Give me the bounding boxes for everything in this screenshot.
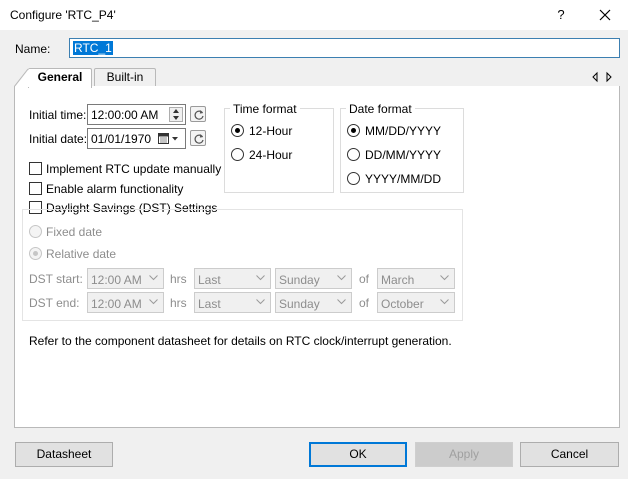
label-dd-mm-yyyy: DD/MM/YYYY [365,148,442,162]
dst-start-hrs-label: hrs [170,272,187,286]
initial-time-spinner[interactable]: 12:00:00 AM [87,104,186,125]
tab-scroll-left-icon [592,71,598,83]
apply-button[interactable]: Apply [415,442,513,467]
radio-mm-dd-yyyy[interactable] [347,124,360,137]
alarm-checkbox[interactable] [29,182,42,195]
dst-end-time-value: 12:00 AM [91,297,142,311]
dst-end-month-combo[interactable]: October [377,292,455,313]
dst-end-week-combo[interactable]: Last [194,292,271,313]
initial-date-picker[interactable]: 01/01/1970 [87,128,186,149]
dst-end-time-combo[interactable]: 12:00 AM [87,292,164,313]
tab-scroll-right-icon [606,71,612,83]
label-24-hour: 24-Hour [249,148,293,162]
initial-time-value: 12:00:00 AM [91,108,159,122]
spin-down-icon [173,116,179,120]
chevron-down-icon [256,299,265,305]
manual-update-label: Implement RTC update manually [46,162,222,176]
chevron-down-icon [337,275,346,281]
label-yyyy-mm-dd: YYYY/MM/DD [365,172,442,186]
dst-start-time-value: 12:00 AM [91,273,142,287]
tab-edge [14,68,30,87]
calendar-icon[interactable] [158,133,180,145]
label-mm-dd-yyyy: MM/DD/YYYY [365,124,442,138]
dst-end-week-value: Last [198,297,221,311]
tab-general[interactable]: General [28,68,92,88]
close-button[interactable] [592,3,618,27]
name-value: RTC_1 [73,41,113,55]
chevron-down-icon [337,299,346,305]
initial-date-value: 01/01/1970 [91,132,152,146]
chevron-down-icon [149,275,158,281]
relative-date-label: Relative date [46,247,117,261]
fixed-date-label: Fixed date [46,225,103,239]
dst-end-of-label: of [359,296,370,310]
name-label: Name: [15,42,51,56]
date-format-title: Date format [346,102,415,116]
cancel-button[interactable]: Cancel [520,442,619,467]
dst-start-label: DST start: [29,272,83,286]
time-spin-buttons[interactable] [169,107,183,122]
refresh-date-button[interactable] [190,130,206,146]
refresh-icon [194,134,204,144]
close-icon [599,9,611,21]
dst-end-label: DST end: [29,296,80,310]
dst-start-month-combo[interactable]: March [377,268,455,289]
chevron-down-icon [149,299,158,305]
alarm-label: Enable alarm functionality [46,182,184,196]
refresh-icon [194,110,204,120]
info-text: Refer to the component datasheet for det… [29,334,452,348]
chevron-down-icon [440,275,449,281]
tab-built-in[interactable]: Built-in [94,68,156,87]
dst-start-day-value: Sunday [279,273,320,287]
refresh-time-button[interactable] [190,106,206,122]
initial-date-label: Initial date: [29,132,88,146]
dst-start-week-combo[interactable]: Last [194,268,271,289]
chevron-down-icon [440,299,449,305]
dst-start-of-label: of [359,272,370,286]
tab-scroll-buttons[interactable] [590,70,616,84]
radio-dd-mm-yyyy[interactable] [347,148,360,161]
dst-end-day-value: Sunday [279,297,320,311]
dst-end-day-combo[interactable]: Sunday [275,292,352,313]
spin-up-icon [173,109,179,113]
dst-start-day-combo[interactable]: Sunday [275,268,352,289]
name-input[interactable]: RTC_1 [69,38,620,58]
time-format-title: Time format [230,102,300,116]
label-12-hour: 12-Hour [249,124,293,138]
dst-start-time-combo[interactable]: 12:00 AM [87,268,164,289]
radio-24-hour[interactable] [231,148,244,161]
datasheet-button[interactable]: Datasheet [15,442,113,467]
dst-start-month-value: March [381,273,415,287]
dst-end-hrs-label: hrs [170,296,187,310]
radio-yyyy-mm-dd[interactable] [347,172,360,185]
ok-button[interactable]: OK [309,442,407,467]
initial-time-label: Initial time: [29,108,87,122]
window-title: Configure 'RTC_P4' [10,8,116,22]
dst-start-week-value: Last [198,273,221,287]
fixed-date-radio[interactable] [29,225,42,238]
dst-end-month-value: October [381,297,424,311]
radio-12-hour[interactable] [231,124,244,137]
relative-date-radio[interactable] [29,247,42,260]
manual-update-checkbox[interactable] [29,162,42,175]
help-button[interactable]: ? [548,3,574,27]
chevron-down-icon [256,275,265,281]
